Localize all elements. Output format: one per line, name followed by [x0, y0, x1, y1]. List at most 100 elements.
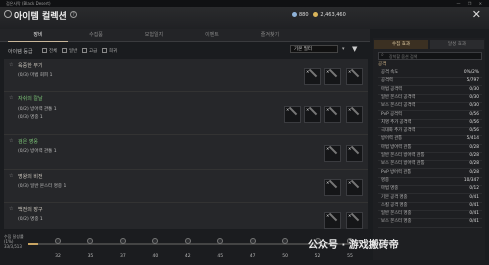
item-slot[interactable]: ✕: [324, 106, 341, 123]
stat-value: 5/414: [466, 136, 479, 142]
item-slot[interactable]: ✕: [324, 212, 341, 229]
tab-favorites[interactable]: 즐겨찾기: [240, 29, 300, 41]
tab-adventure[interactable]: 모험일지: [124, 29, 184, 41]
item-name: 검은 영웅: [18, 139, 38, 145]
favorite-star-icon[interactable]: ☆: [9, 62, 13, 68]
stat-label: 마법 공격력: [381, 86, 403, 92]
item-slot[interactable]: ✕: [346, 179, 363, 196]
list-item[interactable]: ☆ 검은 영웅 (0/2) 방어력 관통 1 ✕ ✕: [4, 135, 368, 170]
gold-amount: 2,463,460: [320, 12, 346, 18]
sort-dropdown[interactable]: 기본 필터: [290, 45, 338, 53]
tab-achieve-effect[interactable]: 달성 효과: [430, 40, 484, 49]
item-slot[interactable]: ✕: [324, 68, 341, 85]
stat-value: 10/347: [463, 177, 479, 183]
stat-row: 보스 몬스터 명중 0/41: [378, 218, 482, 228]
stat-value: 0/41: [469, 211, 479, 217]
stat-value: 0/30: [469, 103, 479, 109]
list-item[interactable]: ☆ 백전의 장구 (0/2) 명중 1 ✕ ✕: [4, 203, 368, 229]
stat-value: 0/28: [469, 144, 479, 150]
item-name: 백전의 장구: [18, 207, 43, 213]
item-effect: (0/2) 명중 1: [18, 217, 43, 222]
item-slot[interactable]: ✕: [324, 179, 341, 196]
milestone-reward-icon[interactable]: [184, 238, 191, 244]
stat-value: 0/41: [469, 202, 479, 208]
favorite-star-icon[interactable]: ☆: [9, 138, 13, 144]
item-slot[interactable]: ✕: [304, 106, 321, 123]
filter-advanced[interactable]: 고급: [82, 48, 97, 54]
filter-all[interactable]: 전체: [42, 48, 57, 54]
tab-collectibles[interactable]: 수집품: [66, 29, 126, 41]
item-name: 명왕의 비전: [18, 174, 43, 180]
stat-label: 방어력 관통: [381, 136, 403, 142]
tab-equipment[interactable]: 장비: [8, 29, 68, 42]
item-effect: (0/3) 일반 몬스터 명중 1: [18, 184, 67, 189]
stat-value: 0/30: [469, 94, 479, 100]
silver-amount: 880: [299, 12, 309, 18]
milestone-value: 35: [87, 254, 94, 259]
list-item[interactable]: ☆ 자쉬의 칼날 (0/2) 방어력 관통 1 (0/3) 명중 1 ✕ ✕ ✕…: [4, 92, 368, 135]
list-item[interactable]: ☆ 명왕의 비전 (0/3) 일반 몬스터 명중 1 ✕ ✕: [4, 170, 368, 203]
tab-event[interactable]: 이벤트: [182, 29, 242, 41]
stat-value: 0/28: [469, 169, 479, 175]
stat-label: 일반 몬스터 방어력 관통: [381, 153, 425, 158]
item-slot[interactable]: ✕: [324, 145, 341, 162]
item-slot[interactable]: ✕: [346, 212, 363, 229]
stat-value: 0/41: [469, 219, 479, 225]
stat-value: 0/12: [469, 186, 479, 192]
milestone-value: 47: [249, 254, 256, 259]
stat-label: 일반 몬스터 공격력: [381, 94, 416, 100]
collect-rate-count: 33/3,513: [4, 244, 22, 249]
list-item[interactable]: ☆ 육중한 무기 (0/3) 마법 회피 1 ✕ ✕ ✕: [4, 59, 368, 92]
stat-value: 0/41: [469, 194, 479, 200]
window-controls[interactable]: — ❐ ✕: [457, 0, 485, 7]
help-icon[interactable]: ?: [70, 11, 77, 18]
stat-value: 0%/2%: [463, 70, 479, 75]
milestone-value: 42: [184, 254, 191, 259]
item-slot[interactable]: ✕: [304, 68, 321, 85]
stat-label: 일반 몬스터 명중: [381, 211, 412, 217]
currency-display: 880 2,463,460: [292, 12, 346, 18]
item-effect: (0/2) 방어력 관통 1: [18, 149, 57, 154]
favorite-star-icon[interactable]: ☆: [9, 173, 13, 179]
tab-collect-effect[interactable]: 수집 효과: [374, 40, 428, 49]
filter-rare[interactable]: 희귀: [102, 48, 117, 54]
item-slot[interactable]: ✕: [284, 106, 301, 123]
stat-label: 보스 몬스터 공격력: [381, 103, 416, 109]
grade-filter-label: 아이템 등급: [8, 49, 33, 55]
collection-icon: [4, 10, 12, 18]
close-button[interactable]: ✕: [472, 8, 481, 21]
item-slot[interactable]: ✕: [346, 145, 363, 162]
item-slot[interactable]: ✕: [346, 106, 363, 123]
stat-label: 극대화 추가 공격력: [381, 128, 416, 134]
milestone-value: 45: [217, 254, 224, 259]
milestone-reward-icon[interactable]: [55, 238, 61, 244]
milestone-reward-icon[interactable]: [249, 238, 256, 244]
effect-search-input[interactable]: 장착할 옵션 검색: [378, 52, 482, 60]
milestone-value: 50: [282, 254, 288, 259]
stat-value: 0/30: [469, 86, 479, 92]
stat-section-title: 공격: [378, 62, 387, 67]
favorite-star-icon[interactable]: ☆: [9, 95, 13, 101]
effects-tabs: 수집 효과 달성 효과: [374, 40, 484, 49]
stat-label: PvP 방어력 관통: [381, 169, 412, 175]
stat-label: 명중: [381, 177, 389, 183]
gold-icon: [313, 12, 319, 17]
item-slot[interactable]: ✕: [346, 68, 363, 85]
filter-icon[interactable]: ▼: [352, 45, 357, 53]
milestone-value: 40: [152, 254, 159, 259]
stat-label: 기본 공격 명중: [381, 194, 408, 200]
milestone-reward-icon[interactable]: [119, 238, 126, 244]
chevron-down-icon[interactable]: ▾: [342, 46, 345, 52]
stat-value: 0/28: [469, 161, 479, 167]
filter-normal[interactable]: 일반: [62, 48, 77, 54]
item-name: 자쉬의 칼날: [18, 96, 43, 102]
stat-value: 0/28: [469, 153, 479, 158]
window-titlebar: 검은사막 (Black Desert): [0, 0, 489, 7]
main-tabs: 장비 수집품 모험일지 이벤트 즐겨찾기: [0, 29, 370, 42]
collect-rate: 수집 달성률 (1%) 33/3,513: [4, 234, 24, 249]
item-name: 육중한 무기: [18, 63, 43, 69]
favorite-star-icon[interactable]: ☆: [9, 206, 13, 212]
item-effect: (0/3) 마법 회피 1: [18, 73, 53, 78]
milestone-value: 55: [347, 254, 353, 259]
silver-icon: [292, 12, 297, 17]
